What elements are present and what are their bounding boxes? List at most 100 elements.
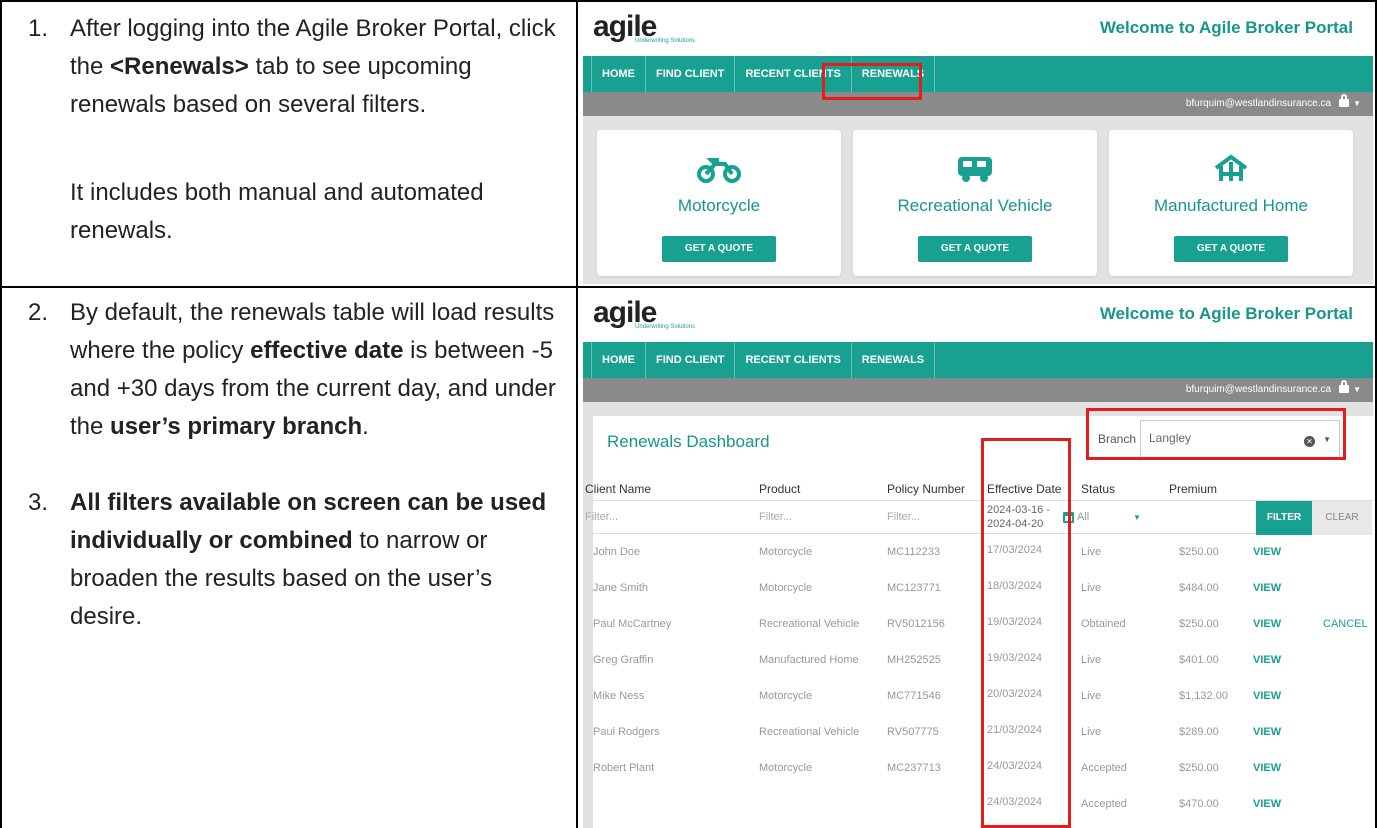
column-header-premium[interactable]: Premium xyxy=(1169,482,1217,496)
step-2-3-cell: 2. By default, the renewals table will l… xyxy=(16,294,566,636)
user-bar: bfurquim@westlandinsurance.ca ▼ xyxy=(583,92,1373,116)
filter-row: Filter... Filter... Filter... 2024-03-16… xyxy=(585,500,1373,535)
status-cell: Live xyxy=(1081,546,1102,558)
renewals-dashboard-screenshot: agile Underwriting Solutions Welcome to … xyxy=(583,290,1373,828)
nav-renewals[interactable]: RENEWALS xyxy=(852,56,936,92)
table-row: Mike Ness Motorcycle MC771546 20/03/2024 Liv… xyxy=(593,678,1373,714)
calendar-icon[interactable] xyxy=(1063,512,1074,523)
nav-home[interactable]: HOME xyxy=(591,342,646,378)
welcome-banner: Welcome to Agile Broker Portal xyxy=(1099,304,1353,323)
card-motorcycle: Motorcycle GET A QUOTE xyxy=(597,130,841,276)
product-cards-area: Motorcycle GET A QUOTE Recreational Vehi… xyxy=(583,116,1373,284)
lock-icon[interactable] xyxy=(1339,380,1350,393)
cancel-link[interactable]: CANCEL xyxy=(1323,618,1368,630)
policy-number-cell: MC112233 xyxy=(887,546,940,558)
table-column-divider xyxy=(576,0,578,828)
policy-number-cell: MC237713 xyxy=(887,762,941,774)
column-header-effective-date[interactable]: Effective Date xyxy=(987,482,1061,496)
step-emphasis: user’s primary branch xyxy=(110,413,363,440)
view-link[interactable]: VIEW xyxy=(1253,726,1281,738)
status-filter-select[interactable]: All xyxy=(1077,511,1089,523)
nav-renewals[interactable]: RENEWALS xyxy=(852,342,936,378)
lock-icon[interactable] xyxy=(1339,94,1350,107)
client-name-cell: Paul Rodgers xyxy=(593,726,660,738)
step-number: 2. xyxy=(28,299,49,326)
table-border-top xyxy=(0,0,1377,2)
column-header-product[interactable]: Product xyxy=(759,482,800,496)
home-icon xyxy=(1109,154,1353,184)
logo-subtitle: Underwriting Solutions xyxy=(635,38,696,44)
column-header-client[interactable]: Client Name xyxy=(585,482,651,496)
branch-select[interactable]: Langley ✕ ▼ xyxy=(1140,420,1340,460)
premium-cell: $484.00 xyxy=(1179,582,1219,594)
view-link[interactable]: VIEW xyxy=(1253,762,1281,774)
nav-find-client[interactable]: FIND CLIENT xyxy=(646,342,736,378)
client-name-cell: Greg Graffin xyxy=(593,654,654,666)
step-1-note: It includes both manual and automated re… xyxy=(16,174,566,250)
effective-date-cell: 19/03/2024 xyxy=(987,616,1043,628)
date-range-start: 2024-03-16 - xyxy=(987,504,1050,516)
step-number: 3. xyxy=(28,489,49,516)
view-link[interactable]: VIEW xyxy=(1253,582,1281,594)
effective-date-cell: 24/03/2024 xyxy=(987,796,1043,808)
policy-number-cell: MH252525 xyxy=(887,654,941,666)
logo-subtitle: Underwriting Solutions xyxy=(635,324,696,330)
step-2-text: 2. By default, the renewals table will l… xyxy=(16,294,566,446)
portal-home-screenshot: agile Underwriting Solutions Welcome to … xyxy=(583,4,1373,284)
client-name-cell: John Doe xyxy=(593,546,641,558)
status-cell: Obtained xyxy=(1081,618,1126,630)
date-range-filter[interactable]: 2024-03-16 - 2024-04-20 xyxy=(987,503,1050,531)
product-cell: Manufactured Home xyxy=(759,654,859,666)
view-link[interactable]: VIEW xyxy=(1253,618,1281,630)
step-number: 1. xyxy=(28,15,49,42)
premium-cell: $470.00 xyxy=(1179,798,1219,810)
client-filter-input[interactable]: Filter... xyxy=(585,511,618,523)
view-link[interactable]: VIEW xyxy=(1253,546,1281,558)
nav-recent-clients[interactable]: RECENT CLIENTS xyxy=(735,342,852,378)
policy-filter-input[interactable]: Filter... xyxy=(887,511,920,523)
chevron-down-icon[interactable]: ▼ xyxy=(1323,435,1331,444)
step-emphasis: effective date xyxy=(250,337,404,364)
get-quote-button[interactable]: GET A QUOTE xyxy=(1174,236,1288,262)
dashboard-title: Renewals Dashboard xyxy=(607,432,770,451)
user-email: bfurquim@westlandinsurance.ca xyxy=(1185,98,1332,109)
premium-cell: $1,132.00 xyxy=(1179,690,1228,702)
user-email: bfurquim@westlandinsurance.ca xyxy=(1185,384,1332,395)
filter-button[interactable]: FILTER xyxy=(1256,501,1312,535)
table-row: John Doe Motorcycle MC112233 17/03/2024 Live… xyxy=(593,534,1373,570)
table-row: Paul McCartney Recreational Vehicle RV5012… xyxy=(593,606,1373,642)
welcome-banner: Welcome to Agile Broker Portal xyxy=(1099,18,1353,37)
policy-number-cell: MC771546 xyxy=(887,690,941,702)
status-cell: Live xyxy=(1081,582,1102,594)
get-quote-button[interactable]: GET A QUOTE xyxy=(918,236,1032,262)
premium-cell: $289.00 xyxy=(1179,726,1219,738)
product-cell: Recreational Vehicle xyxy=(759,618,860,630)
effective-date-cell: 21/03/2024 xyxy=(987,724,1043,736)
chevron-down-icon[interactable]: ▼ xyxy=(1133,513,1141,522)
status-cell: Accepted xyxy=(1081,798,1127,810)
view-link[interactable]: VIEW xyxy=(1253,798,1281,810)
effective-date-cell: 19/03/2024 xyxy=(987,652,1043,664)
effective-date-cell: 24/03/2024 xyxy=(987,760,1043,772)
client-name-cell: Mike Ness xyxy=(593,690,645,702)
column-header-status[interactable]: Status xyxy=(1081,482,1115,496)
nav-home[interactable]: HOME xyxy=(591,56,646,92)
nav-find-client[interactable]: FIND CLIENT xyxy=(646,56,736,92)
product-cell: Recreational Vehicle xyxy=(759,726,860,738)
chevron-down-icon[interactable]: ▼ xyxy=(1353,378,1361,402)
table-row: Jane Smith Motorcycle MC123771 18/03/2024 Li… xyxy=(593,570,1373,606)
clear-button[interactable]: CLEAR xyxy=(1312,501,1372,535)
get-quote-button[interactable]: GET A QUOTE xyxy=(662,236,776,262)
product-cell: Motorcycle xyxy=(759,690,813,702)
clear-icon[interactable]: ✕ xyxy=(1304,436,1315,447)
nav-recent-clients[interactable]: RECENT CLIENTS xyxy=(735,56,852,92)
table-row-divider xyxy=(0,286,1377,288)
view-link[interactable]: VIEW xyxy=(1253,690,1281,702)
view-link[interactable]: VIEW xyxy=(1253,654,1281,666)
chevron-down-icon[interactable]: ▼ xyxy=(1353,92,1361,116)
card-title: Recreational Vehicle xyxy=(897,196,1053,215)
step-text: . xyxy=(362,413,369,440)
step-emphasis: <Renewals> xyxy=(110,53,249,80)
product-filter-input[interactable]: Filter... xyxy=(759,511,792,523)
column-header-policy[interactable]: Policy Number xyxy=(887,482,965,496)
